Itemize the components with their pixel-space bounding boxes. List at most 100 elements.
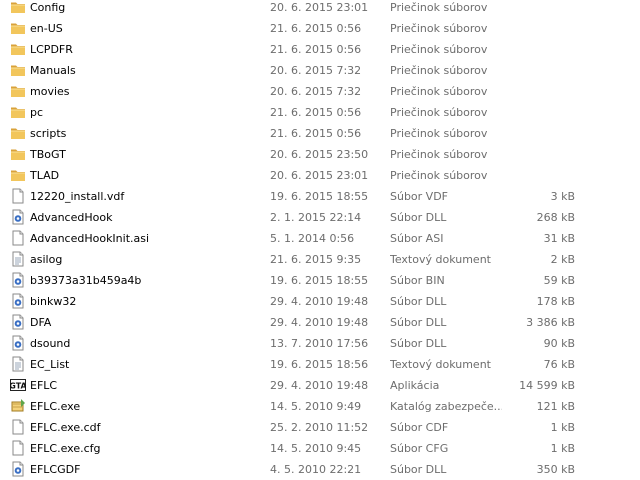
file-name[interactable]: Manuals — [30, 60, 76, 81]
file-name[interactable]: DFA — [30, 312, 51, 333]
folder-icon — [10, 41, 26, 57]
file-row-12220-install-vdf[interactable]: 12220_install.vdf 19. 6. 2015 18:55 Súbor … — [0, 186, 640, 207]
file-row-eflc-exe[interactable]: EFLC.exe 14. 5. 2010 9:49 Katalóg zabezpeč… — [0, 396, 640, 417]
file-row-advancedhook[interactable]: AdvancedHook 2. 1. 2015 22:14 Súbor DLL 268… — [0, 207, 640, 228]
file-date-modified: 19. 6. 2015 18:55 — [270, 274, 369, 287]
file-row-config[interactable]: Config 20. 6. 2015 23:01 Priečinok súborov — [0, 0, 640, 18]
file-type: Súbor DLL — [390, 295, 447, 308]
text-document-icon — [10, 356, 26, 372]
file-row-tlad[interactable]: TLAD 20. 6. 2015 23:01 Priečinok súborov — [0, 165, 640, 186]
file-size: 121 kB — [536, 400, 575, 413]
file-name[interactable]: EFLC.exe.cfg — [30, 438, 101, 459]
file-date-modified: 21. 6. 2015 0:56 — [270, 43, 362, 56]
file-row-manuals[interactable]: Manuals 20. 6. 2015 7:32 Priečinok súborov — [0, 60, 640, 81]
file-type: Aplikácia — [390, 379, 440, 392]
file-type: Súbor DLL — [390, 211, 447, 224]
file-row-asilog[interactable]: asilog 21. 6. 2015 9:35 Textový dokument 2 … — [0, 249, 640, 270]
file-date-modified: 14. 5. 2010 9:49 — [270, 400, 362, 413]
gta-app-icon: GTA — [10, 377, 26, 393]
file-name[interactable]: movies — [30, 81, 70, 102]
file-name[interactable]: binkw32 — [30, 291, 76, 312]
folder-icon — [10, 62, 26, 78]
folder-icon — [10, 146, 26, 162]
dll-icon — [10, 209, 26, 225]
file-type: Súbor ASI — [390, 232, 444, 245]
file-name[interactable]: en-US — [30, 18, 63, 39]
file-icon — [10, 188, 26, 204]
file-date-modified: 4. 5. 2010 22:21 — [270, 463, 362, 476]
file-size: 3 386 kB — [526, 316, 575, 329]
file-name[interactable]: EFLC — [30, 375, 57, 396]
file-name[interactable]: pc — [30, 102, 43, 123]
file-row-dsound[interactable]: dsound 13. 7. 2010 17:56 Súbor DLL 90 kB — [0, 333, 640, 354]
file-name[interactable]: asilog — [30, 249, 62, 270]
file-name[interactable]: EFLCGDF — [30, 459, 80, 480]
file-date-modified: 14. 5. 2010 9:45 — [270, 442, 362, 455]
file-name[interactable]: AdvancedHook — [30, 207, 112, 228]
file-type: Priečinok súborov — [390, 85, 488, 98]
file-date-modified: 20. 6. 2015 7:32 — [270, 85, 362, 98]
file-date-modified: 21. 6. 2015 9:35 — [270, 253, 362, 266]
file-type: Priečinok súborov — [390, 64, 488, 77]
file-name[interactable]: b39373a31b459a4b — [30, 270, 141, 291]
file-name[interactable]: TBoGT — [30, 144, 66, 165]
file-size: 3 kB — [550, 190, 575, 203]
file-row-eflc-exe-cfg[interactable]: EFLC.exe.cfg 14. 5. 2010 9:45 Súbor CFG 1 k… — [0, 438, 640, 459]
folder-icon — [10, 83, 26, 99]
file-row-lcpdfr[interactable]: LCPDFR 21. 6. 2015 0:56 Priečinok súborov — [0, 39, 640, 60]
file-size: 31 kB — [543, 232, 575, 245]
svg-text:GTA: GTA — [10, 382, 26, 391]
file-type: Priečinok súborov — [390, 22, 488, 35]
file-row-eflcgdf[interactable]: EFLCGDF 4. 5. 2010 22:21 Súbor DLL 350 kB — [0, 459, 640, 480]
file-date-modified: 25. 2. 2010 11:52 — [270, 421, 369, 434]
file-date-modified: 20. 6. 2015 7:32 — [270, 64, 362, 77]
file-type: Súbor DLL — [390, 337, 447, 350]
dll-icon — [10, 293, 26, 309]
file-type: Priečinok súborov — [390, 1, 488, 14]
file-row-advancedhookinit-asi[interactable]: AdvancedHookInit.asi 5. 1. 2014 0:56 Súbor… — [0, 228, 640, 249]
file-date-modified: 5. 1. 2014 0:56 — [270, 232, 355, 245]
file-date-modified: 21. 6. 2015 0:56 — [270, 127, 362, 140]
file-size: 268 kB — [536, 211, 575, 224]
file-size: 1 kB — [550, 442, 575, 455]
dll-icon — [10, 461, 26, 477]
file-name[interactable]: EFLC.exe.cdf — [30, 417, 101, 438]
file-type: Súbor DLL — [390, 316, 447, 329]
file-row-en-us[interactable]: en-US 21. 6. 2015 0:56 Priečinok súborov — [0, 18, 640, 39]
file-row-b39373a31b459a4b[interactable]: b39373a31b459a4b 19. 6. 2015 18:55 Súbor B… — [0, 270, 640, 291]
file-type: Priečinok súborov — [390, 148, 488, 161]
file-name[interactable]: scripts — [30, 123, 66, 144]
dll-icon — [10, 314, 26, 330]
text-document-icon — [10, 251, 26, 267]
file-name[interactable]: dsound — [30, 333, 70, 354]
folder-icon — [10, 167, 26, 183]
dll-icon — [10, 335, 26, 351]
file-type: Katalóg zabezpeče... — [390, 400, 502, 413]
file-type: Súbor DLL — [390, 463, 447, 476]
file-name[interactable]: TLAD — [30, 165, 59, 186]
file-name[interactable]: LCPDFR — [30, 39, 73, 60]
file-row-eflc[interactable]: GTA EFLC 29. 4. 2010 19:48 Aplikácia 14 599 … — [0, 375, 640, 396]
file-icon — [10, 419, 26, 435]
file-name[interactable]: EC_List — [30, 354, 69, 375]
file-name[interactable]: Config — [30, 0, 65, 18]
file-name[interactable]: AdvancedHookInit.asi — [30, 228, 149, 249]
file-row-movies[interactable]: movies 20. 6. 2015 7:32 Priečinok súborov — [0, 81, 640, 102]
file-row-scripts[interactable]: scripts 21. 6. 2015 0:56 Priečinok súborov — [0, 123, 640, 144]
file-row-tbogt[interactable]: TBoGT 20. 6. 2015 23:50 Priečinok súborov — [0, 144, 640, 165]
file-row-eflc-exe-cdf[interactable]: EFLC.exe.cdf 25. 2. 2010 11:52 Súbor CDF 1 … — [0, 417, 640, 438]
file-row-binkw32[interactable]: binkw32 29. 4. 2010 19:48 Súbor DLL 178 kB — [0, 291, 640, 312]
file-row-pc[interactable]: pc 21. 6. 2015 0:56 Priečinok súborov — [0, 102, 640, 123]
file-date-modified: 29. 4. 2010 19:48 — [270, 316, 369, 329]
file-name[interactable]: EFLC.exe — [30, 396, 80, 417]
file-size: 350 kB — [536, 463, 575, 476]
file-date-modified: 29. 4. 2010 19:48 — [270, 379, 369, 392]
file-date-modified: 19. 6. 2015 18:56 — [270, 358, 369, 371]
file-name[interactable]: 12220_install.vdf — [30, 186, 124, 207]
file-row-ec-list[interactable]: EC_List 19. 6. 2015 18:56 Textový dokument… — [0, 354, 640, 375]
file-date-modified: 20. 6. 2015 23:01 — [270, 169, 369, 182]
file-date-modified: 21. 6. 2015 0:56 — [270, 106, 362, 119]
file-date-modified: 13. 7. 2010 17:56 — [270, 337, 369, 350]
file-row-dfa[interactable]: DFA 29. 4. 2010 19:48 Súbor DLL 3 386 kB — [0, 312, 640, 333]
file-type: Textový dokument — [390, 358, 491, 371]
